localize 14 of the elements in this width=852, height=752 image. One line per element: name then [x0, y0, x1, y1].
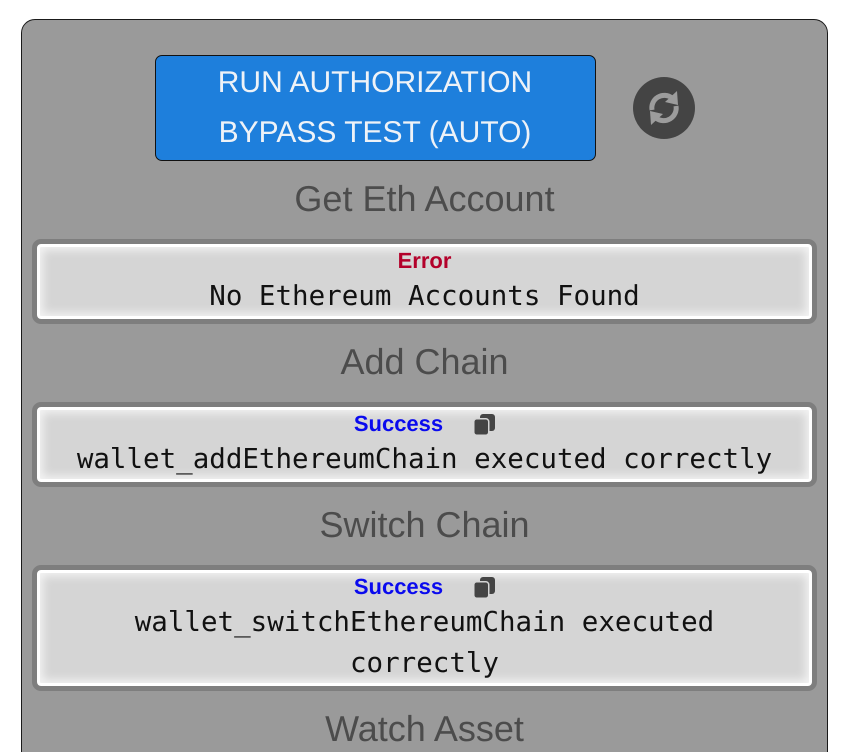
result-message: No Ethereum Accounts Found	[208, 279, 641, 314]
result-message: wallet_switchEthereumChain executed correctly	[134, 605, 716, 681]
section-heading: Add Chain	[339, 341, 510, 383]
result-message: wallet_addEthereumChain executed correctly	[76, 442, 774, 477]
copy-icon[interactable]	[473, 576, 496, 598]
section-heading: Watch Asset	[324, 708, 525, 750]
run-test-button[interactable]: RUN AUTHORIZATION BYPASS TEST (AUTO)	[154, 55, 596, 161]
refresh-icon[interactable]	[632, 77, 694, 139]
status-title: Error	[398, 250, 452, 272]
section-heading: Switch Chain	[318, 504, 531, 546]
status-title: Success	[354, 576, 444, 598]
status-title: Success	[354, 413, 444, 435]
section-heading: Get Eth Account	[293, 178, 556, 220]
copy-icon[interactable]	[473, 414, 496, 436]
